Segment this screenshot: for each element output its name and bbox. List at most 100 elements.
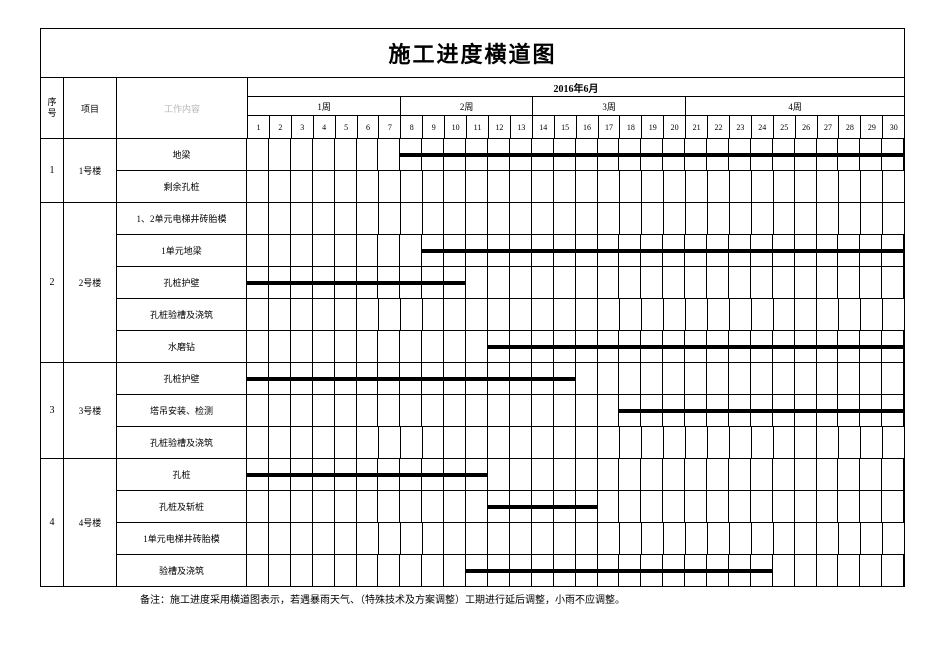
day-cell xyxy=(774,427,796,458)
month-label: 2016年6月 xyxy=(248,78,904,97)
day-cell xyxy=(685,459,707,490)
day-label: 10 xyxy=(445,116,467,138)
day-cell xyxy=(795,459,817,490)
day-cell xyxy=(291,427,313,458)
day-cell xyxy=(247,395,269,426)
day-cell xyxy=(313,523,335,554)
task-name: 孔桩护壁 xyxy=(117,267,247,298)
day-cell xyxy=(641,491,663,522)
day-cell xyxy=(379,203,401,234)
day-cell xyxy=(269,203,291,234)
day-cell xyxy=(466,427,488,458)
day-cell xyxy=(795,427,817,458)
day-cell xyxy=(663,363,685,394)
day-cell xyxy=(291,203,313,234)
day-cell xyxy=(729,491,751,522)
day-cell xyxy=(335,171,357,202)
day-label: 18 xyxy=(620,116,642,138)
project-cell: 4号楼 xyxy=(64,459,117,586)
day-cell xyxy=(664,523,686,554)
day-cell xyxy=(817,491,839,522)
day-cell xyxy=(751,363,773,394)
day-cell xyxy=(401,203,423,234)
day-cell xyxy=(554,299,576,330)
day-cell xyxy=(861,203,883,234)
day-cell xyxy=(269,555,291,586)
day-cell xyxy=(401,299,423,330)
day-cell xyxy=(466,171,488,202)
day-cell xyxy=(641,363,663,394)
day-cell xyxy=(291,555,313,586)
day-cell xyxy=(423,203,445,234)
day-label: 1 xyxy=(248,116,270,138)
day-cell xyxy=(576,523,598,554)
day-cell xyxy=(247,331,269,362)
day-cell xyxy=(707,459,729,490)
day-cell xyxy=(686,427,708,458)
day-cell xyxy=(488,171,510,202)
col-work-label: 工作内容 xyxy=(117,78,248,138)
task-calendar xyxy=(247,267,904,298)
day-label: 16 xyxy=(577,116,599,138)
day-cell xyxy=(619,491,641,522)
day-cell xyxy=(817,171,839,202)
day-label: 21 xyxy=(686,116,708,138)
day-cell xyxy=(313,427,335,458)
day-cell xyxy=(839,203,861,234)
task-calendar xyxy=(247,523,904,554)
day-cell xyxy=(291,299,313,330)
task-name: 水磨钻 xyxy=(117,331,247,362)
day-cell xyxy=(598,171,620,202)
day-cell xyxy=(752,523,774,554)
day-label: 27 xyxy=(818,116,840,138)
day-cell xyxy=(357,235,379,266)
day-cell xyxy=(817,459,839,490)
day-cell xyxy=(708,171,730,202)
task-row: 孔桩验槽及浇筑 xyxy=(117,427,904,458)
day-cell xyxy=(686,523,708,554)
day-cell xyxy=(860,267,882,298)
day-cell xyxy=(576,395,598,426)
task-calendar xyxy=(247,427,904,458)
day-cell xyxy=(378,395,400,426)
day-cell xyxy=(730,171,752,202)
project-group: 33号楼孔桩护壁塔吊安装、检测孔桩验槽及浇筑 xyxy=(41,363,904,459)
day-cell xyxy=(444,331,466,362)
day-cell xyxy=(817,523,839,554)
day-cell xyxy=(663,491,685,522)
day-cell xyxy=(422,331,444,362)
day-cell xyxy=(400,235,422,266)
gantt-bar xyxy=(466,569,773,573)
day-cell xyxy=(444,395,466,426)
day-cell xyxy=(619,267,641,298)
col-seq-label: 序号 xyxy=(41,78,64,138)
task-name: 塔吊安装、检测 xyxy=(117,395,247,426)
day-cell xyxy=(247,491,269,522)
day-cell xyxy=(838,459,860,490)
day-cell xyxy=(488,523,510,554)
day-cell xyxy=(510,171,532,202)
day-label: 5 xyxy=(336,116,358,138)
day-cell xyxy=(620,299,642,330)
day-cell xyxy=(313,331,335,362)
day-cell xyxy=(291,331,313,362)
day-cell xyxy=(730,523,752,554)
gantt-bar xyxy=(488,345,904,349)
day-cell xyxy=(752,203,774,234)
day-cell xyxy=(861,523,883,554)
task-name: 地梁 xyxy=(117,139,247,170)
day-cell xyxy=(488,459,510,490)
day-cell xyxy=(357,491,379,522)
day-cell xyxy=(663,267,685,298)
day-cell xyxy=(466,491,488,522)
day-cell xyxy=(269,299,291,330)
day-cell xyxy=(730,203,752,234)
day-cell xyxy=(883,523,904,554)
task-name: 孔桩 xyxy=(117,459,247,490)
week-label: 2周 xyxy=(401,97,533,115)
day-label: 7 xyxy=(379,116,401,138)
day-cell xyxy=(883,299,904,330)
seq-cell: 3 xyxy=(41,363,64,458)
day-cell xyxy=(400,395,422,426)
task-row: 验槽及浇筑 xyxy=(117,555,904,586)
